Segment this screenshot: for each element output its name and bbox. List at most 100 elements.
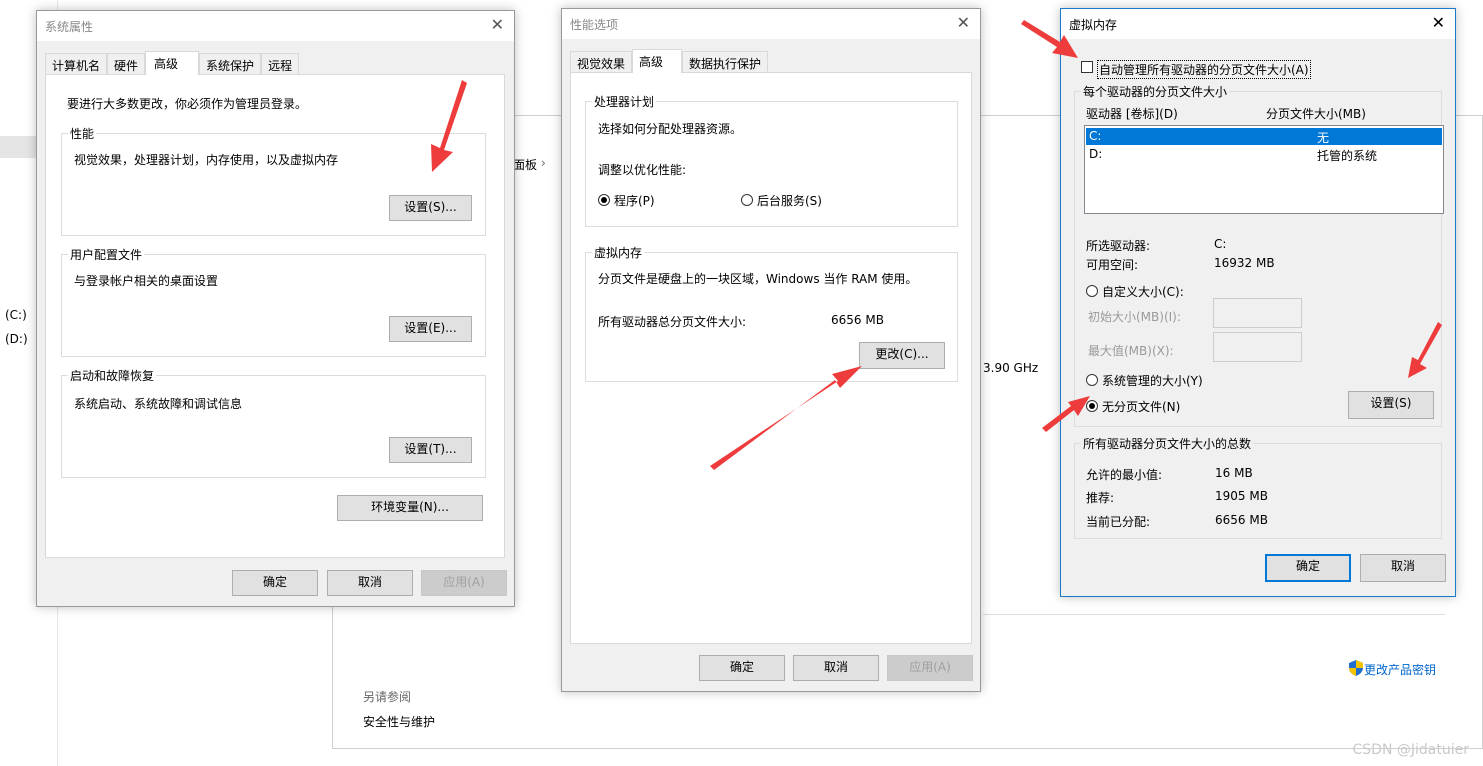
virtual-memory-legend: 虚拟内存 xyxy=(592,244,645,261)
breadcrumb-separator: › xyxy=(541,156,546,170)
drive-page-size: 托管的系统 xyxy=(1317,149,1378,163)
tab-dep[interactable]: 数据执行保护 xyxy=(682,51,769,72)
processor-scheduling-legend: 处理器计划 xyxy=(592,93,657,110)
title-bar[interactable]: 系统属性 ✕ xyxy=(37,11,514,41)
title-bar[interactable]: 性能选项 ✕ xyxy=(562,9,980,39)
processor-scheduling-desc: 选择如何分配处理器资源。 xyxy=(598,122,743,136)
nav-selected-item[interactable] xyxy=(0,136,36,158)
tab-advanced[interactable]: 高级 xyxy=(145,51,200,75)
cancel-button[interactable]: 取消 xyxy=(793,655,879,681)
drive-letter: C: xyxy=(1089,129,1102,143)
drive-list[interactable]: C: 无 D: 托管的系统 xyxy=(1084,125,1444,214)
total-paging-label: 所有驱动器总分页文件大小: xyxy=(598,315,747,329)
tab-advanced[interactable]: 高级 xyxy=(632,49,683,73)
breadcrumb[interactable]: 面板 xyxy=(513,156,537,173)
security-maintenance-link[interactable]: 安全性与维护 xyxy=(363,713,435,730)
drive-row[interactable]: D: 托管的系统 xyxy=(1086,146,1442,163)
auto-manage-label[interactable]: 自动管理所有驱动器的分页文件大小(A) xyxy=(1097,60,1311,79)
virtual-memory-dialog: 虚拟内存 ✕ 自动管理所有驱动器的分页文件大小(A) 每个驱动器的分页文件大小 … xyxy=(1060,8,1456,597)
per-drive-legend: 每个驱动器的分页文件大小 xyxy=(1081,83,1230,100)
startup-recovery-desc: 系统启动、系统故障和调试信息 xyxy=(74,397,243,411)
apply-button[interactable]: 应用(A) xyxy=(887,655,973,681)
user-profiles-desc: 与登录帐户相关的桌面设置 xyxy=(74,274,219,288)
performance-settings-button[interactable]: 设置(S)... xyxy=(389,195,472,221)
selected-drive-value: C: xyxy=(1214,237,1227,251)
no-paging-file-radio[interactable] xyxy=(1086,400,1098,412)
system-managed-radio[interactable] xyxy=(1086,374,1098,386)
watermark: CSDN @Jidatuier xyxy=(1352,742,1469,758)
dialog-title: 虚拟内存 xyxy=(1069,18,1118,32)
tab-strip: 视觉效果 高级 数据执行保护 xyxy=(570,49,769,73)
tab-computer-name[interactable]: 计算机名 xyxy=(45,53,108,74)
dialog-title: 性能选项 xyxy=(570,18,619,32)
dialog-title: 系统属性 xyxy=(45,20,94,34)
selected-drive-label: 所选驱动器: xyxy=(1086,239,1151,253)
virtual-memory-group: 虚拟内存 分页文件是硬盘上的一块区域，Windows 当作 RAM 使用。 所有… xyxy=(585,244,958,382)
cancel-button[interactable]: 取消 xyxy=(1360,554,1446,582)
drive-page-size: 无 xyxy=(1317,131,1330,145)
programs-radio-label[interactable]: 程序(P) xyxy=(614,192,655,209)
startup-recovery-legend: 启动和故障恢复 xyxy=(68,367,157,384)
title-bar[interactable]: 虚拟内存 ✕ xyxy=(1061,9,1455,39)
free-space-value: 16932 MB xyxy=(1214,256,1275,270)
advanced-panel: 要进行大多数更改，你必须作为管理员登录。 性能 视觉效果，处理器计划，内存使用，… xyxy=(45,74,505,558)
drive-letter: D: xyxy=(1089,147,1103,161)
drive-column-header: 驱动器 [卷标](D) xyxy=(1086,107,1178,121)
advanced-panel: 处理器计划 选择如何分配处理器资源。 调整以优化性能: 程序(P) 后台服务(S… xyxy=(570,72,972,644)
totals-group: 所有驱动器分页文件大小的总数 允许的最小值: 16 MB 推荐: 1905 MB… xyxy=(1074,435,1442,539)
admin-note: 要进行大多数更改，你必须作为管理员登录。 xyxy=(67,97,308,111)
change-button[interactable]: 更改(C)... xyxy=(859,342,945,369)
close-icon[interactable]: ✕ xyxy=(1432,13,1445,32)
user-profiles-legend: 用户配置文件 xyxy=(68,246,145,263)
background-services-radio-label[interactable]: 后台服务(S) xyxy=(757,192,822,209)
cancel-button[interactable]: 取消 xyxy=(327,570,413,596)
free-space-label: 可用空间: xyxy=(1086,258,1139,272)
max-size-label: 最大值(MB)(X): xyxy=(1088,344,1174,358)
programs-radio[interactable] xyxy=(598,194,610,206)
tab-strip: 计算机名 硬件 高级 系统保护 远程 xyxy=(45,51,300,75)
performance-options-dialog: 性能选项 ✕ 视觉效果 高级 数据执行保护 处理器计划 选择如何分配处理器资源。… xyxy=(561,8,981,692)
shield-icon xyxy=(1349,660,1363,679)
drive-row[interactable]: C: 无 xyxy=(1086,128,1442,145)
background-services-radio[interactable] xyxy=(741,194,753,206)
apply-button[interactable]: 应用(A) xyxy=(421,570,507,596)
ok-button[interactable]: 确定 xyxy=(232,570,318,596)
optimize-label: 调整以优化性能: xyxy=(598,163,687,177)
custom-size-radio[interactable] xyxy=(1086,285,1098,297)
environment-variables-button[interactable]: 环境变量(N)... xyxy=(337,495,483,521)
divider xyxy=(983,614,1445,615)
system-managed-label[interactable]: 系统管理的大小(Y) xyxy=(1102,372,1203,389)
system-properties-dialog: 系统属性 ✕ 计算机名 硬件 高级 系统保护 远程 要进行大多数更改，你必须作为… xyxy=(36,10,515,607)
set-button[interactable]: 设置(S) xyxy=(1348,391,1434,419)
ok-button[interactable]: 确定 xyxy=(1265,554,1351,582)
startup-recovery-settings-button[interactable]: 设置(T)... xyxy=(389,437,472,463)
change-product-key-link[interactable]: 更改产品密钥 xyxy=(1364,661,1436,678)
no-paging-file-label[interactable]: 无分页文件(N) xyxy=(1102,398,1180,415)
close-icon[interactable]: ✕ xyxy=(491,15,504,34)
custom-size-label[interactable]: 自定义大小(C): xyxy=(1102,283,1184,300)
auto-manage-checkbox[interactable] xyxy=(1081,61,1093,73)
processor-scheduling-group: 处理器计划 选择如何分配处理器资源。 调整以优化性能: 程序(P) 后台服务(S… xyxy=(585,93,958,227)
performance-desc: 视觉效果，处理器计划，内存使用，以及虚拟内存 xyxy=(74,153,339,167)
drive-c-label[interactable]: (C:) xyxy=(5,308,27,322)
close-icon[interactable]: ✕ xyxy=(957,13,970,32)
tab-remote[interactable]: 远程 xyxy=(261,53,300,74)
drive-d-label[interactable]: (D:) xyxy=(5,332,28,346)
tab-hardware[interactable]: 硬件 xyxy=(107,53,146,74)
min-allowed-value: 16 MB xyxy=(1215,466,1253,480)
initial-size-input[interactable] xyxy=(1213,298,1302,328)
recommended-value: 1905 MB xyxy=(1215,489,1268,503)
see-also-title: 另请参阅 xyxy=(363,690,412,704)
user-profiles-settings-button[interactable]: 设置(E)... xyxy=(389,316,472,342)
min-allowed-label: 允许的最小值: xyxy=(1086,468,1163,482)
tab-system-protection[interactable]: 系统保护 xyxy=(199,53,262,74)
tab-visual-effects[interactable]: 视觉效果 xyxy=(570,51,633,72)
startup-recovery-group: 启动和故障恢复 系统启动、系统故障和调试信息 设置(T)... xyxy=(61,367,486,478)
performance-legend: 性能 xyxy=(68,125,97,142)
recommended-label: 推荐: xyxy=(1086,491,1115,505)
ok-button[interactable]: 确定 xyxy=(699,655,785,681)
max-size-input[interactable] xyxy=(1213,332,1302,362)
totals-legend: 所有驱动器分页文件大小的总数 xyxy=(1081,435,1254,452)
size-column-header: 分页文件大小(MB) xyxy=(1266,107,1366,121)
per-drive-group: 每个驱动器的分页文件大小 驱动器 [卷标](D) 分页文件大小(MB) C: 无… xyxy=(1074,83,1444,427)
